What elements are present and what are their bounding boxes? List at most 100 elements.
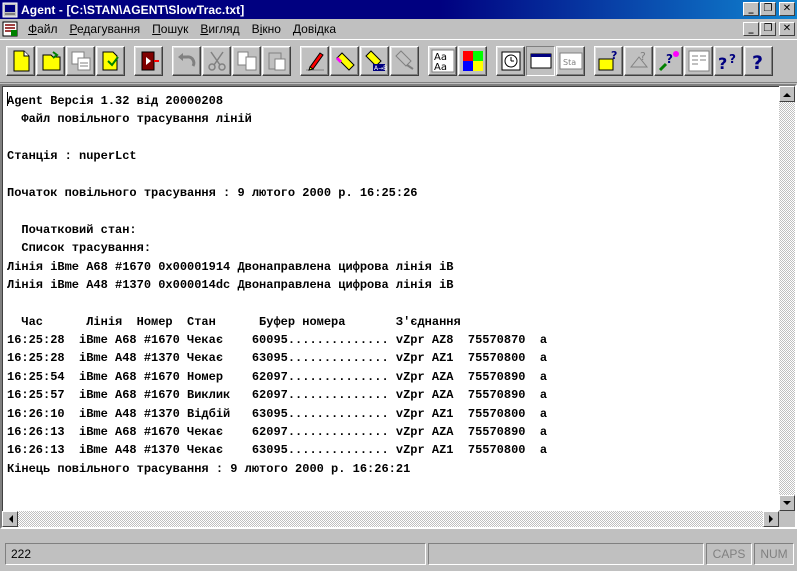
agent-app-icon[interactable] — [2, 2, 18, 18]
menu-window[interactable]: Вікно — [246, 22, 287, 36]
menu-file[interactable]: Файл — [22, 22, 64, 36]
restore-icon: ❐ — [763, 23, 773, 34]
minimize-button[interactable]: _ — [743, 2, 759, 16]
scroll-right-button[interactable] — [763, 511, 779, 527]
horizontal-scrollbar[interactable] — [2, 511, 779, 527]
menu-view[interactable]: Вигляд — [194, 22, 245, 36]
document-line: Список трасування: — [7, 241, 152, 256]
context-help-icon: ? — [629, 50, 648, 68]
svg-text:?: ? — [718, 54, 727, 73]
text-area[interactable]: Agent Версія 1.32 від 20000208 Файл пові… — [2, 86, 779, 511]
status-line-number: 222 — [5, 543, 426, 565]
open-file-button[interactable] — [36, 46, 65, 76]
document-line-text: Agent Версія 1.32 від 20000208 — [7, 94, 224, 108]
window-icon — [530, 53, 551, 69]
title-bar[interactable]: Agent - [C:\STAN\AGENT\SlowTrac.txt] _ ❐… — [0, 0, 797, 19]
num-indicator: NUM — [754, 543, 794, 565]
font-button[interactable]: Aa Aa — [428, 46, 457, 76]
menu-search[interactable]: Пошук — [146, 22, 194, 36]
cut-icon — [207, 51, 226, 71]
paste-button[interactable] — [262, 46, 291, 76]
paste-window-button[interactable] — [96, 46, 125, 76]
menu-window-prefix: В — [251, 22, 260, 36]
help-icon: ? — [658, 51, 679, 72]
document-editor[interactable]: Agent Версія 1.32 від 20000208 Файл пові… — [0, 84, 797, 529]
document-line: Лінія iBme A48 #1370 0x000014dc Двонапра… — [7, 277, 454, 292]
copy-window-icon — [71, 51, 90, 71]
document-line: 16:25:57 iBme A68 #1670 Виклик 62097....… — [7, 388, 548, 403]
color-button[interactable] — [458, 46, 487, 76]
vertical-scrollbar[interactable] — [779, 86, 795, 511]
scroll-left-button[interactable] — [2, 511, 18, 527]
document-text[interactable]: Agent Версія 1.32 від 20000208 Файл пові… — [3, 87, 779, 478]
marker-icon — [335, 52, 355, 71]
status-bar: 222 CAPS NUM — [0, 531, 797, 571]
document-system-menu-icon[interactable] — [2, 21, 18, 37]
help-button[interactable]: ? — [654, 46, 683, 76]
find-next-button[interactable] — [390, 46, 419, 76]
what-is-button[interactable]: ?? — [714, 46, 743, 76]
minimize-icon: _ — [748, 3, 754, 14]
find-button[interactable]: A→B — [360, 46, 389, 76]
close-button[interactable]: ✕ — [779, 2, 795, 16]
menu-file-mnemonic: Ф — [28, 22, 38, 36]
close-icon: ✕ — [782, 23, 792, 34]
menu-edit[interactable]: Редагування — [64, 22, 147, 36]
document-line: 16:25:28 iBme A48 #1370 Чекає 63095.....… — [7, 351, 548, 366]
find-next-icon — [394, 50, 414, 70]
document-line: Файл повільного трасування ліній — [7, 112, 252, 127]
svg-text:Sta: Sta — [563, 58, 576, 67]
arrow-left-icon — [8, 515, 13, 523]
document-line: 16:26:10 iBme A48 #1370 Відбій 63095....… — [7, 406, 548, 421]
undo-icon — [177, 53, 195, 67]
new-file-button[interactable] — [6, 46, 35, 76]
find-icon: A→B — [364, 50, 387, 72]
svg-text:?: ? — [640, 50, 646, 63]
cut-button[interactable] — [202, 46, 231, 76]
menu-help[interactable]: Довідка — [287, 22, 342, 36]
document-line: Час Лінія Номер Стан Буфер номера З'єдна… — [7, 314, 461, 329]
doc-restore-button[interactable]: ❐ — [760, 22, 776, 36]
copy-window-button[interactable] — [66, 46, 95, 76]
document-line: Початок повільного трасування : 9 лютого… — [7, 185, 418, 200]
exit-button[interactable] — [134, 46, 163, 76]
menu-edit-mnemonic: Р — [69, 22, 77, 36]
copy-button[interactable] — [232, 46, 261, 76]
undo-button[interactable] — [172, 46, 201, 76]
what-icon: ?? — [718, 52, 736, 73]
minimize-icon: _ — [748, 23, 754, 34]
status-message — [428, 543, 704, 565]
clock-icon — [501, 51, 520, 71]
about-button[interactable] — [684, 46, 713, 76]
arrow-down-icon — [783, 500, 791, 505]
maximize-button[interactable]: ❐ — [760, 2, 776, 16]
close-icon: ✕ — [782, 3, 792, 14]
menu-edit-label: едагування — [77, 22, 141, 36]
question-button[interactable]: ? — [744, 46, 773, 76]
svg-text:?: ? — [729, 52, 736, 66]
document-line: Кінець повільного трасування : 9 лютого … — [7, 461, 411, 476]
font-icon: AaAa — [431, 49, 454, 73]
marker-button[interactable] — [330, 46, 359, 76]
new-file-icon — [13, 50, 29, 72]
copy-icon — [237, 51, 256, 71]
context-help-button[interactable]: ? — [624, 46, 653, 76]
menu-search-label: ошук — [160, 22, 189, 36]
arrow-right-icon — [768, 515, 773, 523]
scroll-down-button[interactable] — [779, 495, 795, 511]
menu-help-label: Довідка — [292, 22, 337, 36]
window-toggle-button[interactable] — [526, 46, 555, 76]
settings-icon: Sta — [559, 52, 582, 70]
clock-button[interactable] — [496, 46, 525, 76]
menu-search-mnemonic: П — [152, 22, 161, 36]
scroll-up-button[interactable] — [779, 86, 795, 102]
eraser-button[interactable] — [300, 46, 329, 76]
doc-close-button[interactable]: ✕ — [779, 22, 795, 36]
paste-icon — [268, 52, 285, 71]
terminal-help-button[interactable]: ? — [594, 46, 623, 76]
scroll-corner — [779, 511, 795, 527]
doc-minimize-button[interactable]: _ — [743, 22, 759, 36]
settings-button[interactable]: Sta — [556, 46, 585, 76]
